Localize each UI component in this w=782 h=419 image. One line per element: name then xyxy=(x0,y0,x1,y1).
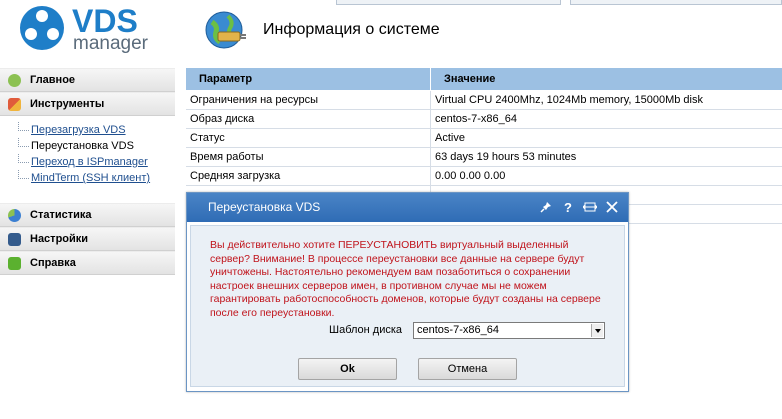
column-header-value[interactable]: Значение xyxy=(431,68,495,90)
dialog-toolbar: ? xyxy=(538,199,620,215)
template-label: Шаблон диска xyxy=(329,324,403,336)
table-cell: Virtual CPU 2400Mhz, 1024Mb memory, 1500… xyxy=(435,94,703,106)
cancel-button[interactable]: Отмена xyxy=(418,358,517,380)
logo-subtext: manager xyxy=(73,33,148,54)
pin-icon[interactable] xyxy=(538,199,554,215)
sidebar-item-help[interactable]: Справка xyxy=(0,251,175,275)
table-cell: Средняя загрузка xyxy=(186,167,431,185)
submenu-item-mindterm[interactable]: MindTerm (SSH клиент) xyxy=(18,170,175,186)
submenu-item-ispmanager[interactable]: Переход в ISPmanager xyxy=(18,154,175,170)
globe-plug-icon xyxy=(205,11,246,49)
tools-submenu: Перезагрузка VDS Переустановка VDS Перех… xyxy=(0,116,175,193)
page: VDS manager Информация о системе Главное… xyxy=(0,0,782,419)
logo-mark xyxy=(20,6,64,50)
tools-icon xyxy=(8,98,21,111)
table-row[interactable]: Образ диска centos-7-x86_64 xyxy=(186,110,782,129)
home-icon xyxy=(8,74,21,87)
warning-message: Вы действительно хотите ПЕРЕУСТАНОВИТЬ в… xyxy=(210,239,601,319)
table-cell: 0.00 0.00 0.00 xyxy=(435,170,506,182)
sidebar-item-label: Главное xyxy=(30,74,76,86)
sidebar-item-settings[interactable]: Настройки xyxy=(0,227,175,251)
dialog-title: Переустановка VDS xyxy=(208,200,321,214)
submenu-item-reinstall[interactable]: Переустановка VDS xyxy=(18,138,175,154)
close-icon[interactable] xyxy=(604,199,620,215)
sidebar-item-statistics[interactable]: Статистика xyxy=(0,203,175,227)
sidebar-item-label: Справка xyxy=(30,257,76,269)
template-select-value: centos-7-x86_64 xyxy=(417,324,499,336)
dialog-body: Вы действительно хотите ПЕРЕУСТАНОВИТЬ в… xyxy=(190,225,625,387)
reinstall-dialog: Переустановка VDS ? Вы действительно хот… xyxy=(186,192,629,392)
submenu-item-reboot[interactable]: Перезагрузка VDS xyxy=(18,122,175,138)
statistics-icon xyxy=(8,209,21,222)
sidebar: Главное Инструменты Перезагрузка VDS Пер… xyxy=(0,68,175,275)
settings-icon xyxy=(8,233,21,246)
table-cell: Время работы xyxy=(186,148,431,166)
table-cell: centos-7-x86_64 xyxy=(435,113,517,125)
table-row[interactable]: Время работы 63 days 19 hours 53 minutes xyxy=(186,148,782,167)
column-header-parameter[interactable]: Параметр xyxy=(186,68,431,90)
table-row[interactable]: Ограничения на ресурсы Virtual CPU 2400M… xyxy=(186,91,782,110)
chevron-down-icon[interactable] xyxy=(591,324,603,337)
table-cell: Ограничения на ресурсы xyxy=(186,91,431,109)
page-title: Информация о системе xyxy=(263,21,440,38)
logo[interactable]: VDS manager xyxy=(20,3,180,56)
table-header: Параметр Значение xyxy=(186,68,782,91)
help-icon[interactable]: ? xyxy=(560,199,576,215)
top-tab[interactable] xyxy=(570,0,782,5)
top-tab[interactable] xyxy=(336,0,561,5)
ok-button[interactable]: Ok xyxy=(298,358,397,380)
expand-icon[interactable] xyxy=(582,199,598,215)
table-row[interactable]: Статус Active xyxy=(186,129,782,148)
dialog-titlebar[interactable]: Переустановка VDS ? xyxy=(187,193,628,222)
sidebar-item-label: Статистика xyxy=(30,209,92,221)
sidebar-item-main[interactable]: Главное xyxy=(0,68,175,92)
table-cell: 63 days 19 hours 53 minutes xyxy=(435,151,577,163)
sidebar-item-label: Настройки xyxy=(30,233,89,245)
table-cell: Образ диска xyxy=(186,110,431,128)
sidebar-item-tools[interactable]: Инструменты xyxy=(0,92,175,116)
help-icon xyxy=(8,257,21,270)
template-select[interactable]: centos-7-x86_64 xyxy=(413,322,605,339)
table-cell: Active xyxy=(435,132,465,144)
table-row[interactable]: Средняя загрузка 0.00 0.00 0.00 xyxy=(186,167,782,186)
sidebar-item-label: Инструменты xyxy=(30,98,105,110)
table-cell: Статус xyxy=(186,129,431,147)
